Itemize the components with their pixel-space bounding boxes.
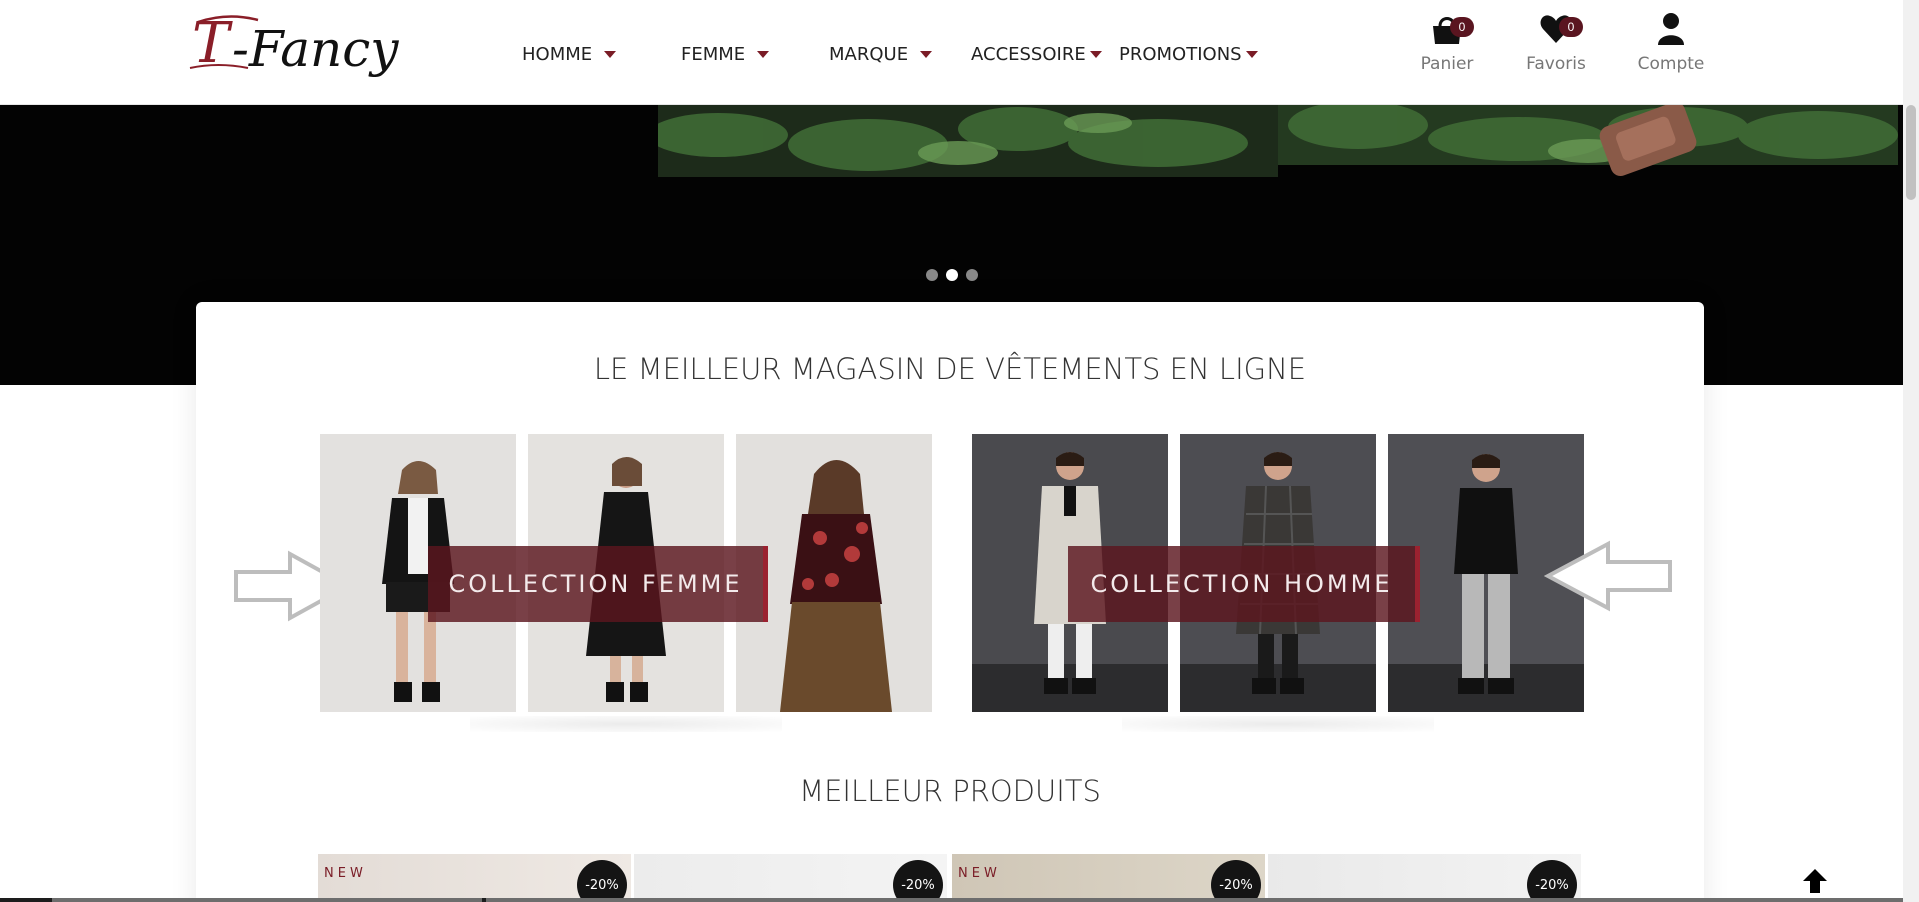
slider-dot[interactable] — [965, 269, 978, 281]
products-section-title: MEILLEUR PRODUITS — [799, 774, 1101, 808]
cart-count-badge: 0 — [1450, 17, 1474, 37]
section-title: LE MEILLEUR MAGASIN DE VÊTEMENTS EN LIGN… — [593, 352, 1307, 386]
main-content-card: LE MEILLEUR MAGASIN DE VÊTEMENTS EN LIGN… — [196, 302, 1704, 902]
collection-homme-banner[interactable]: COLLECTION HOMME — [972, 434, 1584, 732]
user-icon — [1658, 13, 1684, 45]
slider-dot[interactable] — [925, 269, 938, 281]
new-tag: NEW — [324, 866, 367, 881]
favorites-count-badge: 0 — [1559, 17, 1583, 37]
arrow-up-icon — [1803, 869, 1827, 893]
product-card[interactable]: -20% — [634, 854, 947, 902]
caret-down-icon — [604, 51, 617, 58]
banner-shadow — [1122, 716, 1434, 732]
nav-item-label: PROMOTIONS — [1119, 44, 1242, 65]
banner-shadow — [470, 716, 782, 732]
caret-down-icon — [1089, 51, 1102, 58]
collection-femme-label: COLLECTION FEMME — [428, 546, 768, 622]
cart-label: Panier — [1420, 54, 1474, 74]
caret-down-icon — [1245, 51, 1258, 58]
slider-dot-active[interactable] — [945, 269, 958, 281]
discount-badge: -20% — [577, 860, 627, 902]
bottom-edge-segment — [486, 898, 1903, 902]
bottom-edge-segment — [52, 898, 482, 902]
brand-logo[interactable]: T -Fancy — [188, 8, 418, 88]
nav-item-homme[interactable]: HOMME — [522, 44, 617, 65]
svg-text:-Fancy: -Fancy — [232, 20, 399, 78]
cart-button[interactable]: 0 Panier — [1392, 12, 1502, 74]
account-label: Compte — [1637, 54, 1705, 74]
nav-item-label: FEMME — [681, 44, 746, 65]
nav-item-accessoire[interactable]: ACCESSOIRE — [971, 44, 1102, 65]
nav-item-marque[interactable]: MARQUE — [829, 44, 933, 65]
nav-item-promotions[interactable]: PROMOTIONS — [1119, 44, 1258, 65]
scrollbar-thumb[interactable] — [1906, 105, 1916, 200]
product-card[interactable]: NEW -20% — [952, 854, 1265, 902]
account-button[interactable]: Compte — [1616, 12, 1726, 74]
discount-badge: -20% — [1211, 860, 1261, 902]
hero-slide-image — [648, 105, 1898, 177]
nav-item-label: MARQUE — [829, 44, 909, 65]
nav-item-femme[interactable]: FEMME — [681, 44, 770, 65]
collection-femme-banner[interactable]: COLLECTION FEMME — [320, 434, 932, 732]
arrow-left-outline-icon[interactable] — [1543, 540, 1674, 617]
nav-item-label: ACCESSOIRE — [971, 44, 1086, 65]
new-tag: NEW — [958, 866, 1001, 881]
favorites-label: Favoris — [1526, 54, 1586, 74]
nav-item-label: HOMME — [522, 44, 593, 65]
discount-badge: -20% — [893, 860, 943, 902]
caret-down-icon — [920, 51, 933, 58]
product-card[interactable]: NEW -20% — [318, 854, 631, 902]
slider-dots — [0, 269, 1903, 281]
site-header: T -Fancy HOMME FEMME MARQUE ACCESSOIRE P… — [0, 0, 1903, 105]
discount-badge: -20% — [1527, 860, 1577, 902]
product-card[interactable]: -20% — [1268, 854, 1581, 902]
caret-down-icon — [757, 51, 770, 58]
favorites-button[interactable]: 0 Favoris — [1501, 12, 1611, 74]
page-scrollbar[interactable] — [1903, 0, 1919, 902]
back-to-top-button[interactable] — [1800, 866, 1830, 896]
collection-homme-label: COLLECTION HOMME — [1068, 546, 1420, 622]
bottom-edge-bar — [0, 898, 1903, 902]
